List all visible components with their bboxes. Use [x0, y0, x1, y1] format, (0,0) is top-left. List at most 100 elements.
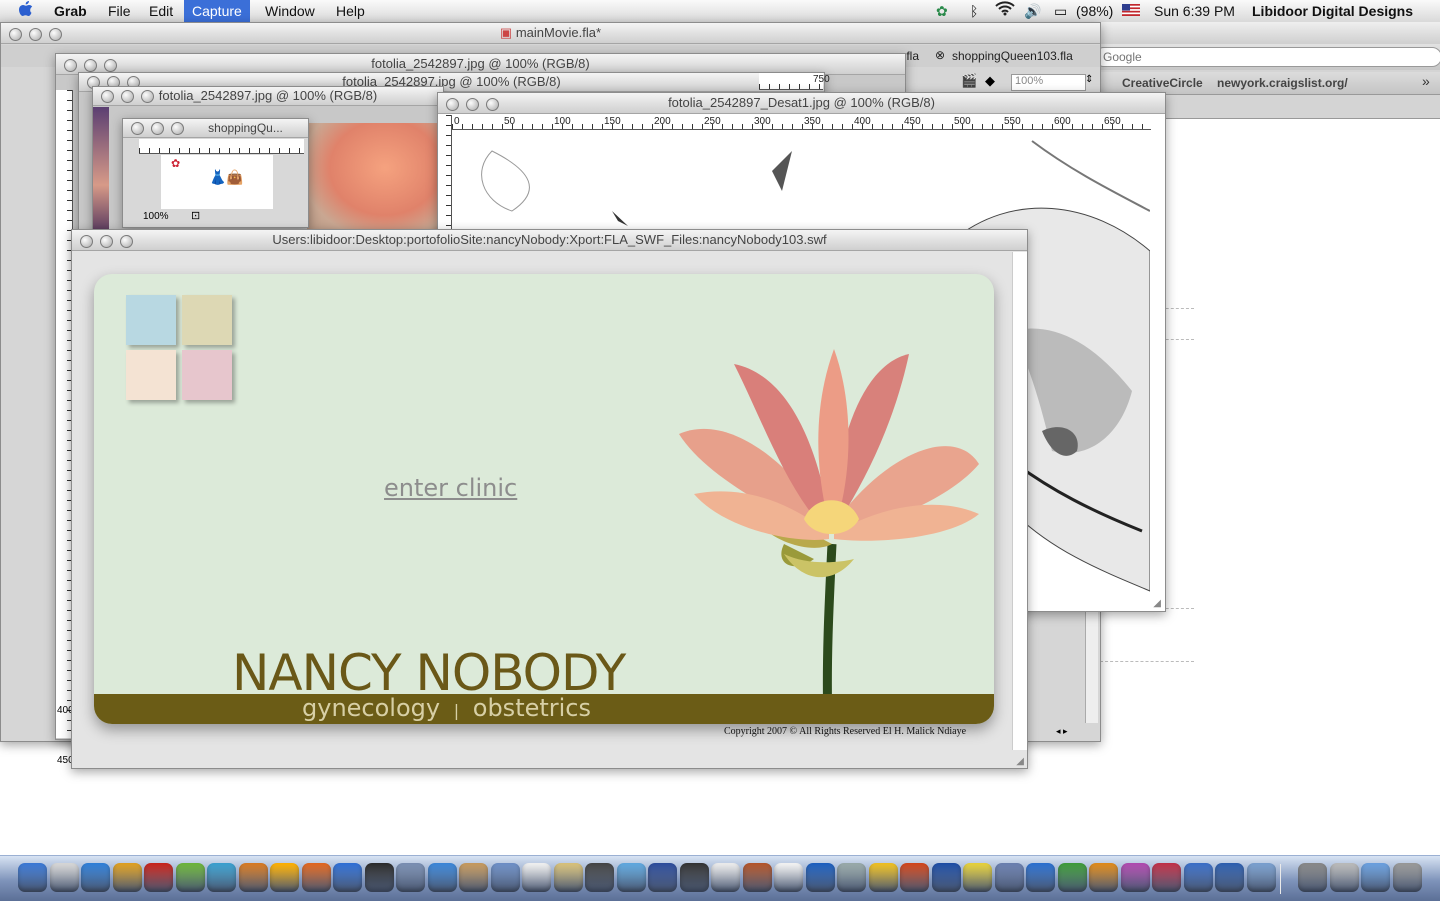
pencil-icon[interactable] — [238, 863, 268, 892]
scroll-arrows-icon[interactable]: ◂ ▸ — [1056, 726, 1068, 737]
network-icon[interactable] — [396, 863, 425, 892]
swf-vscroll-gap — [1012, 252, 1027, 750]
photo-purple-crop — [93, 107, 109, 237]
director-icon[interactable] — [900, 863, 929, 892]
addressbook-icon[interactable] — [459, 863, 488, 892]
notes-icon[interactable] — [553, 863, 583, 892]
flag-icon[interactable] — [1114, 0, 1148, 22]
menu-window[interactable]: Window — [257, 0, 323, 22]
w-icon[interactable] — [1026, 863, 1055, 892]
apple-menu-icon[interactable] — [10, 0, 42, 22]
ichat-icon[interactable] — [427, 863, 457, 892]
safari-icon[interactable] — [81, 863, 110, 892]
zoom-stepper-icon[interactable]: ⇕ — [1085, 74, 1093, 85]
preview-icon[interactable] — [49, 863, 79, 892]
fla-file-icon: ▣ — [499, 25, 516, 40]
ical-icon[interactable] — [774, 863, 803, 892]
firefox-icon[interactable] — [301, 863, 331, 892]
desat-resize-icon[interactable]: ◢ — [1153, 598, 1161, 609]
p-icon[interactable] — [1089, 863, 1118, 892]
q-icon[interactable] — [1120, 863, 1150, 892]
illustrator-icon[interactable] — [207, 863, 236, 892]
ie-icon[interactable] — [333, 863, 362, 892]
symbol-icon[interactable]: ◆ — [985, 73, 995, 89]
tab-close-icon[interactable]: ⊗ — [935, 48, 945, 62]
fireworks-icon[interactable] — [175, 863, 205, 892]
imovie-icon[interactable] — [648, 863, 677, 892]
netscape-icon[interactable] — [364, 863, 394, 892]
color-tile-peach — [126, 350, 176, 400]
flash-main-title: mainMovie.fla* — [515, 25, 602, 40]
volume-icon[interactable]: 🔊 — [1016, 0, 1049, 22]
menu-capture[interactable]: Capture — [184, 0, 250, 22]
desat-window-controls[interactable] — [446, 97, 506, 113]
swf-path: Users:libidoor:Desktop:portofolioSite:na… — [272, 232, 827, 247]
background-page-outline-2 — [1100, 608, 1194, 662]
scene-icon[interactable]: 🎬 — [961, 73, 977, 89]
textedit-icon[interactable] — [522, 863, 551, 892]
swf-resize-icon[interactable]: ◢ — [1016, 756, 1024, 767]
ruler-label: 500 — [954, 116, 971, 127]
photoshop-window-c-controls[interactable] — [101, 90, 161, 105]
flash-main-window-controls[interactable] — [9, 27, 69, 43]
ruler-label: 550 — [1004, 116, 1021, 127]
menu-help[interactable]: Help — [328, 0, 373, 22]
shopping-zoom[interactable]: 100% — [143, 211, 169, 222]
itunes-icon[interactable] — [616, 863, 646, 892]
trash-icon[interactable] — [1392, 863, 1422, 892]
folder-icon[interactable] — [1361, 863, 1390, 892]
flash-main-titlebar: ▣ mainMovie.fla* — [1, 23, 1100, 44]
snake-icon[interactable] — [1152, 863, 1181, 892]
swf-window-controls[interactable] — [80, 234, 140, 250]
bookmark-craigslist[interactable]: newyork.craigslist.org/ — [1217, 76, 1348, 90]
bookmarks-overflow-icon[interactable]: » — [1422, 73, 1430, 89]
flash-vscroll[interactable] — [1085, 603, 1098, 723]
desat-titlebar: fotolia_2542897_Desat1.jpg @ 100% (RGB/8… — [438, 93, 1165, 114]
ruler-label: 350 — [804, 116, 821, 127]
mail-icon[interactable] — [490, 863, 520, 892]
shopping-logo-icon: ✿ — [171, 158, 181, 170]
app-menu[interactable]: Grab — [46, 0, 95, 22]
flower-icon[interactable] — [270, 863, 299, 892]
ruler-label: 300 — [754, 116, 771, 127]
bluetooth-icon[interactable]: ᛒ — [962, 0, 986, 22]
shopping-nav-icon[interactable]: ⊡ — [191, 209, 200, 222]
utility-icon[interactable] — [1298, 863, 1327, 892]
network2-icon[interactable] — [1215, 863, 1244, 892]
garageband-icon[interactable] — [742, 863, 772, 892]
mail-alt-icon[interactable] — [1329, 863, 1359, 892]
color-tile-blue — [126, 295, 176, 345]
finder-icon[interactable] — [18, 863, 47, 892]
shopping-window-controls[interactable] — [131, 122, 191, 137]
bookmark-creativecircle[interactable]: CreativeCircle — [1122, 76, 1203, 90]
quicktime-icon[interactable] — [805, 863, 835, 892]
leaf-status-icon[interactable]: ✿ — [928, 0, 956, 22]
photos-icon[interactable] — [585, 863, 614, 892]
photoshop-window-c-title: fotolia_2542897.jpg @ 100% (RGB/8) — [158, 88, 378, 103]
leaf-icon[interactable] — [1057, 863, 1087, 892]
flash-icon[interactable] — [144, 863, 173, 892]
f-icon[interactable] — [1183, 863, 1213, 892]
search-input[interactable] — [1094, 47, 1440, 67]
idvd-icon[interactable] — [679, 863, 709, 892]
user-name[interactable]: Libidoor Digital Designs — [1244, 0, 1421, 22]
clock[interactable]: Sun 6:39 PM — [1146, 0, 1243, 22]
enter-clinic-link[interactable]: enter clinic — [384, 474, 517, 502]
photo-skin-crop — [307, 123, 437, 235]
dock — [0, 855, 1440, 901]
shopping-titlebar: shoppingQu... — [123, 119, 308, 138]
duck-icon[interactable] — [963, 863, 992, 892]
package-icon[interactable] — [994, 863, 1024, 892]
menu-edit[interactable]: Edit — [141, 0, 181, 22]
globe-icon[interactable] — [931, 863, 961, 892]
zoom-field[interactable]: 100% — [1011, 74, 1086, 91]
ruler-label: 50 — [504, 116, 516, 127]
shield-icon[interactable] — [868, 863, 898, 892]
menu-file[interactable]: File — [100, 0, 139, 22]
dreamweaver-icon[interactable] — [112, 863, 142, 892]
ipod-icon[interactable] — [711, 863, 740, 892]
lotus-flower-image — [679, 349, 979, 724]
tab-shoppingqueen[interactable]: shoppingQueen103.fla — [952, 49, 1073, 63]
system-prefs-icon[interactable] — [837, 863, 866, 892]
preview2-icon[interactable] — [1246, 863, 1276, 892]
